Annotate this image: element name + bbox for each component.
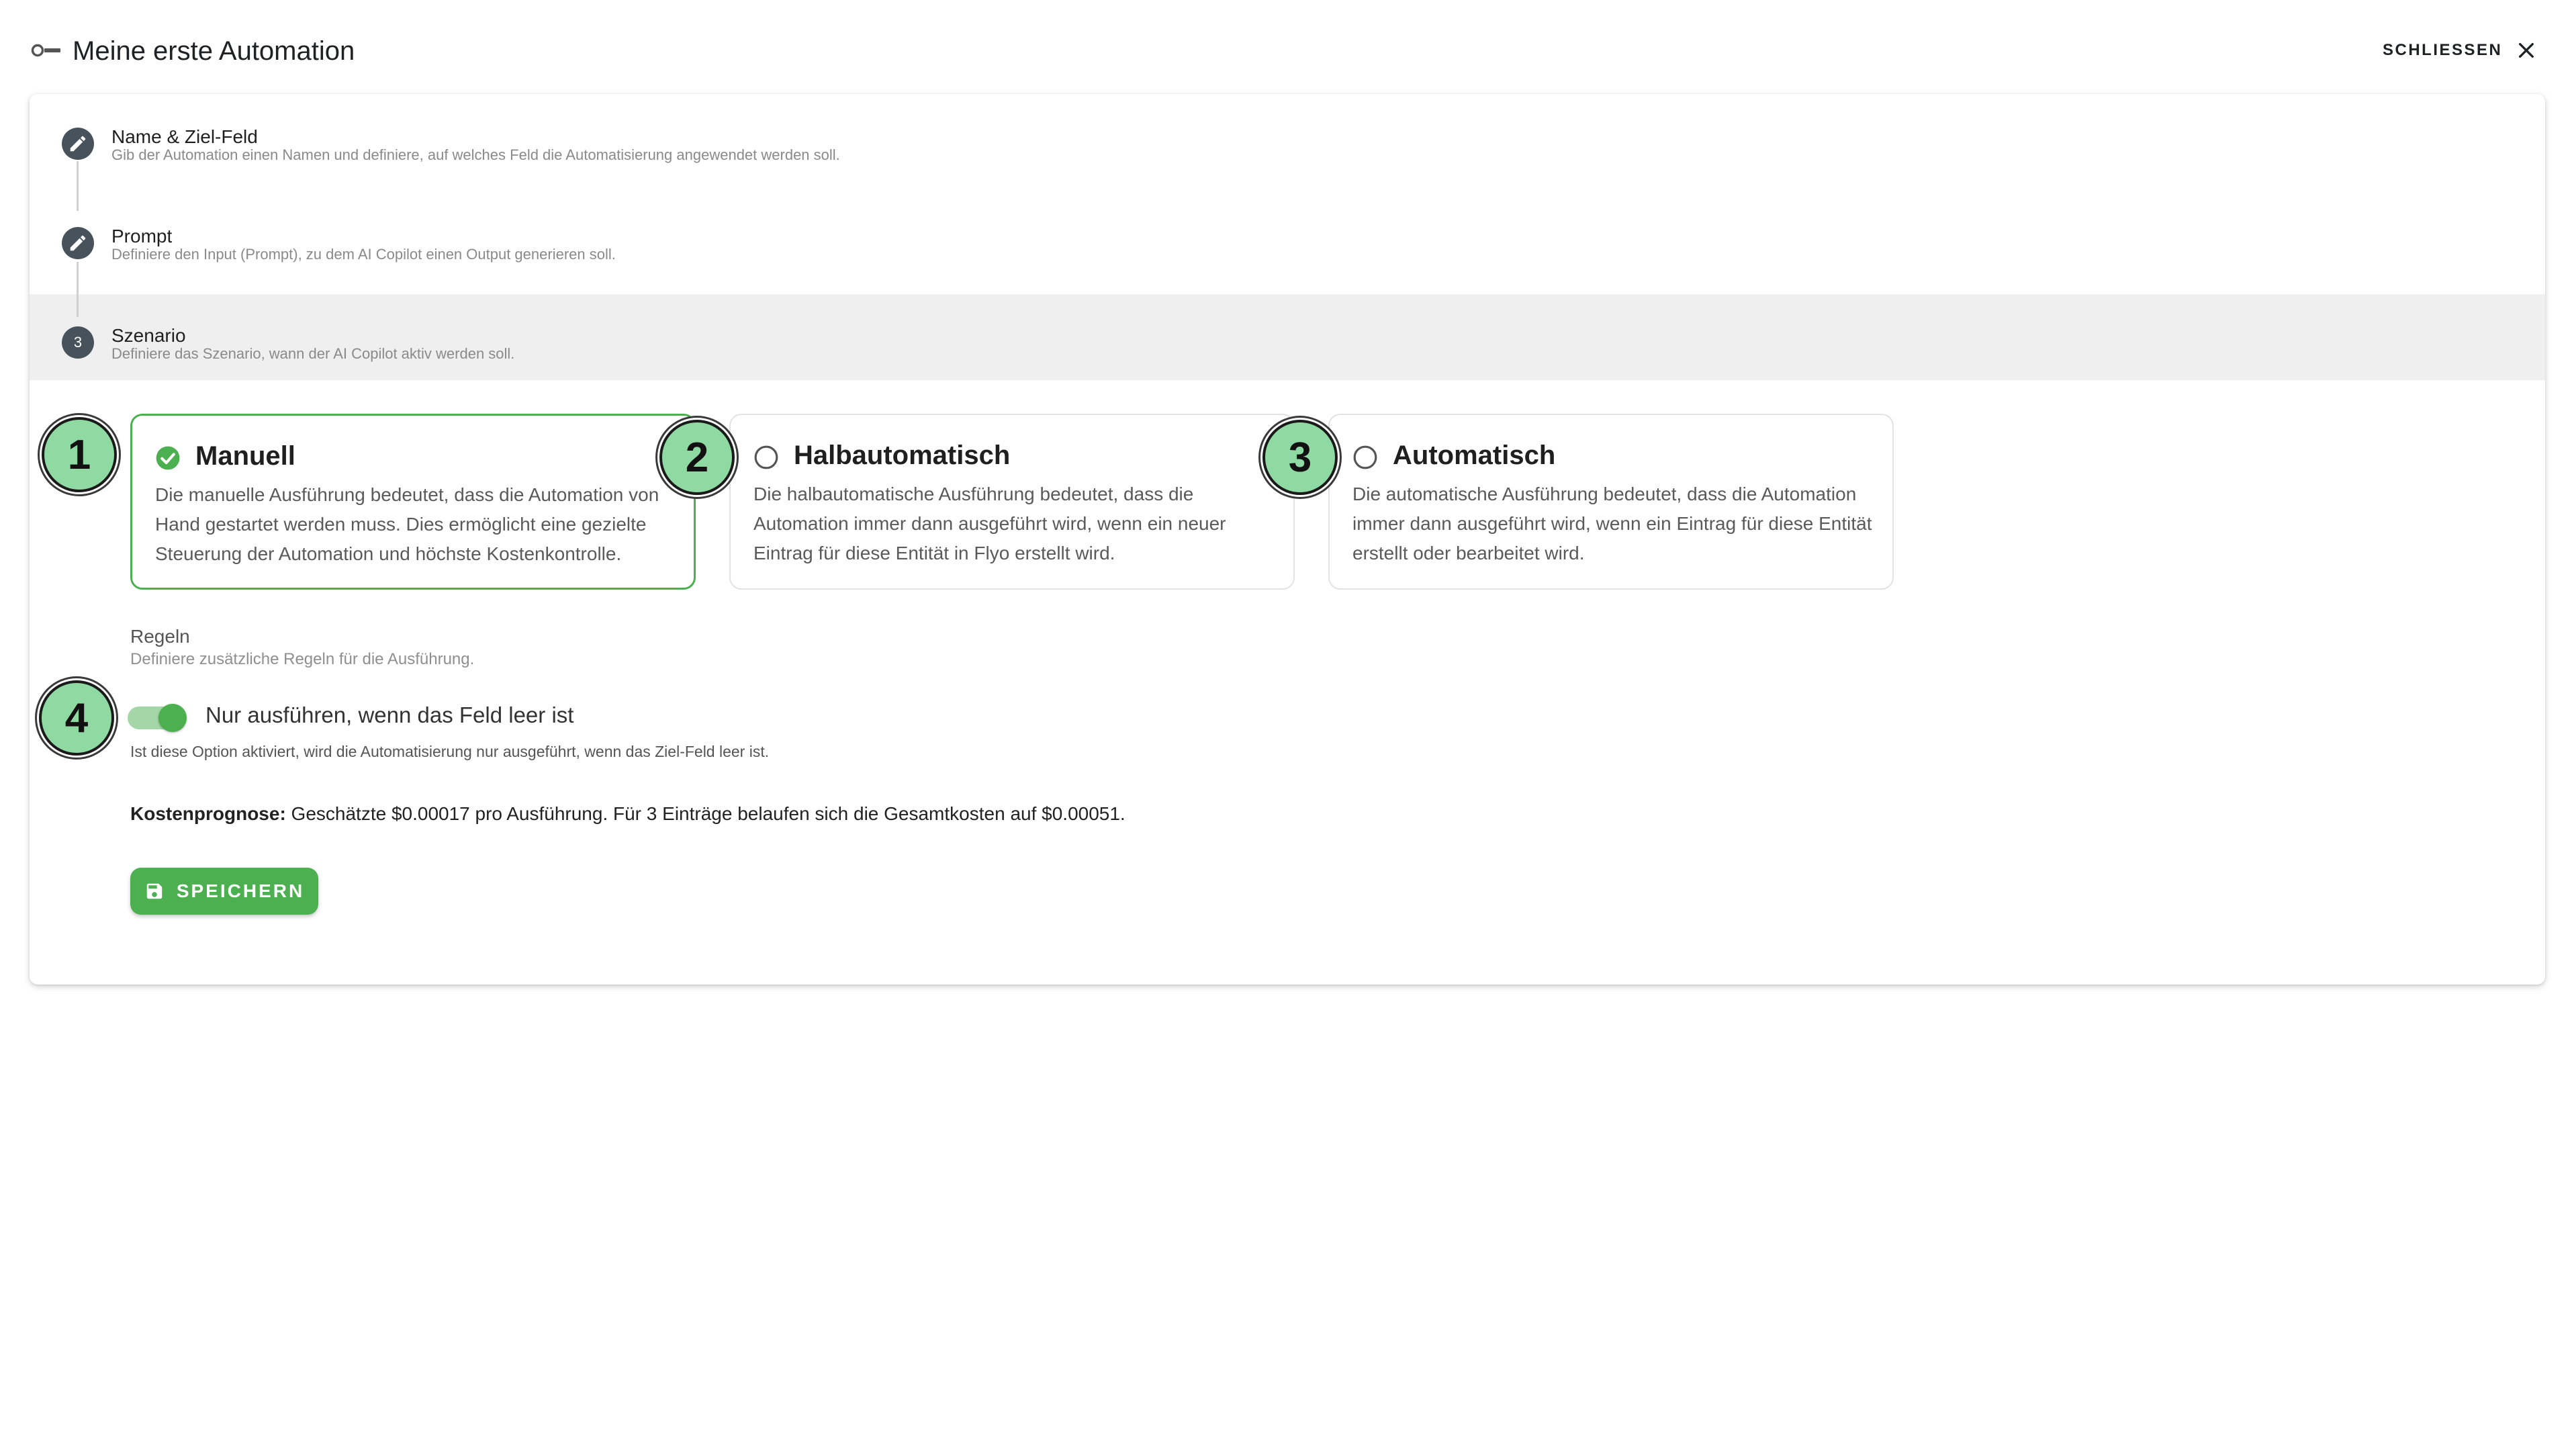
cost-forecast: Kostenprognose: Geschätzte $0.00017 pro … [130,803,1125,825]
callout-marker-3: 3 [1262,420,1338,495]
pencil-icon [70,235,86,251]
option-title: Manuell [195,441,295,471]
pencil-icon [70,136,86,152]
callout-marker-2: 2 [659,420,735,495]
empty-field-toggle[interactable] [125,698,189,736]
key-icon [31,44,60,57]
close-icon [2519,43,2534,58]
stepper-connector [77,161,79,211]
page-title: Meine erste Automation [73,36,355,66]
toggle-label[interactable]: Nur ausführen, wenn das Feld leer ist [205,702,573,728]
close-button[interactable]: SCHLIESSEN [2383,34,2536,67]
scenario-option-halbautomatisch[interactable]: Halbautomatisch Die halbautomatische Aus… [729,414,1295,590]
callout-marker-4: 4 [39,680,114,756]
rules-title: Regeln [130,626,190,647]
scenario-option-automatisch[interactable]: Automatisch Die automatische Ausführung … [1328,414,1894,590]
save-icon [146,883,163,899]
cost-forecast-text: Geschätzte $0.00017 pro Ausführung. Für … [285,803,1125,824]
option-title: Automatisch [1393,441,1556,470]
step-2-subtitle: Definiere den Input (Prompt), zu dem AI … [111,246,616,263]
step-3-title[interactable]: Szenario [111,325,186,347]
close-button-label: SCHLIESSEN [2383,41,2503,59]
toggle-thumb [158,704,187,732]
option-title: Halbautomatisch [794,441,1011,470]
step-3-subtitle: Definiere das Szenario, wann der AI Copi… [111,345,515,362]
option-description: Die automatische Ausführung bedeutet, da… [1352,484,1872,563]
rules-subtitle: Definiere zusätzliche Regeln für die Aus… [130,650,475,668]
active-step-highlight [30,294,2545,380]
step-1-badge[interactable] [62,128,94,160]
radio-unchecked-icon [754,445,778,469]
step-1-title[interactable]: Name & Ziel-Feld [111,126,258,148]
check-circle-icon [156,446,180,470]
option-description: Die manuelle Ausführung bedeutet, dass d… [155,484,659,564]
step-3-badge[interactable]: 3 [62,326,94,359]
stepper-connector [77,262,79,317]
step-3-number: 3 [73,334,83,351]
step-2-title[interactable]: Prompt [111,226,172,247]
save-button-label: SPEICHERN [176,880,305,901]
toggle-help-text: Ist diese Option aktiviert, wird die Aut… [130,743,770,760]
radio-unchecked-icon [1353,445,1377,469]
option-description: Die halbautomatische Ausführung bedeutet… [753,484,1226,563]
scenario-option-manuell[interactable]: Manuell Die manuelle Ausführung bedeutet… [130,414,696,590]
save-button[interactable]: SPEICHERN [130,868,318,915]
callout-marker-1: 1 [42,417,117,492]
cost-forecast-label: Kostenprognose: [130,803,286,824]
step-2-badge[interactable] [62,227,94,259]
step-1-subtitle: Gib der Automation einen Namen und defin… [111,146,840,163]
